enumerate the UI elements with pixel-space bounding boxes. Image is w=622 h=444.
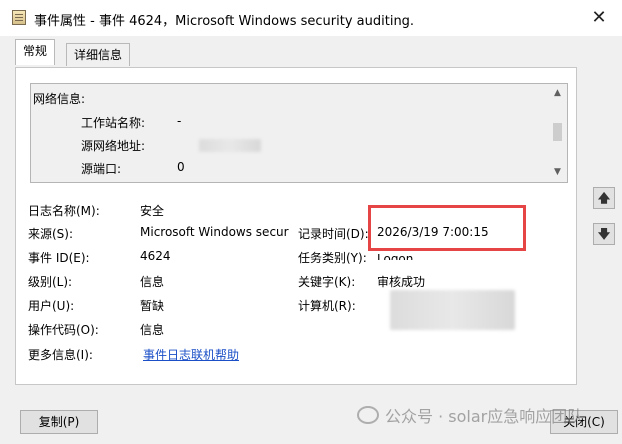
description-scrollbar[interactable]: ▲ ▼: [549, 85, 566, 181]
previous-event-button[interactable]: 🡅: [593, 187, 615, 209]
keywords-label: 关键字(K):: [298, 275, 356, 289]
arrow-down-icon: 🡇: [597, 227, 611, 241]
wechat-icon: [357, 406, 379, 424]
window-title: 事件属性 - 事件 4624，Microsoft Windows securit…: [34, 14, 415, 29]
general-panel: 网络信息: 工作站名称: - 源网络地址: 源端口: 0 ▲ ▼ 日志名称(M)…: [15, 67, 577, 385]
source-port-value: 0: [177, 160, 185, 174]
event-description-box[interactable]: 网络信息: 工作站名称: - 源网络地址: 源端口: 0 ▲ ▼: [30, 83, 568, 183]
level-label: 级别(L):: [28, 275, 73, 289]
source-network-address-label: 源网络地址:: [81, 139, 146, 153]
watermark-text: 公众号 · solar应急响应团队: [385, 407, 584, 426]
opcode-value: 信息: [140, 323, 165, 337]
level-value: 信息: [140, 275, 165, 289]
event-id-value: 4624: [140, 249, 171, 263]
opcode-label: 操作代码(O):: [28, 323, 99, 337]
log-name-label: 日志名称(M):: [28, 204, 100, 218]
scroll-down-icon[interactable]: ▼: [549, 164, 566, 181]
logged-label: 记录时间(D):: [298, 227, 369, 241]
watermark: 公众号 · solar应急响应团队: [357, 403, 583, 427]
copy-button[interactable]: 复制(P): [20, 410, 98, 434]
tab-general[interactable]: 常规: [15, 39, 56, 65]
next-event-button[interactable]: 🡇: [593, 223, 615, 245]
arrow-up-icon: 🡅: [597, 191, 611, 205]
computer-label: 计算机(R):: [298, 299, 356, 313]
tab-details[interactable]: 详细信息: [66, 43, 131, 66]
more-info-label: 更多信息(I):: [28, 348, 93, 362]
task-category-label: 任务类别(Y):: [298, 251, 367, 265]
logged-value: 2026/3/19 7:00:15: [377, 225, 489, 239]
source-value: Microsoft Windows secur: [140, 225, 289, 239]
window-close-icon[interactable]: ✕: [576, 0, 622, 36]
event-properties-icon: [12, 10, 26, 25]
source-port-label: 源端口:: [81, 162, 122, 176]
title-bar: 事件属性 - 事件 4624，Microsoft Windows securit…: [0, 0, 622, 36]
tab-strip: 常规 详细信息: [0, 36, 622, 66]
event-id-label: 事件 ID(E):: [28, 251, 90, 265]
log-name-value: 安全: [140, 204, 165, 218]
source-label: 来源(S):: [28, 227, 74, 241]
redacted-computer-name: [390, 290, 515, 330]
online-help-link[interactable]: 事件日志联机帮助: [143, 346, 239, 363]
user-label: 用户(U):: [28, 299, 75, 313]
workstation-name-label: 工作站名称:: [81, 116, 146, 130]
scroll-up-icon[interactable]: ▲: [549, 85, 566, 102]
workstation-name-value: -: [177, 114, 182, 128]
user-value: 暂缺: [140, 299, 165, 313]
network-info-header: 网络信息:: [33, 92, 86, 106]
task-category-value: Logon: [377, 252, 414, 260]
redacted-address: [199, 139, 261, 152]
keywords-value: 审核成功: [377, 275, 426, 289]
scroll-thumb[interactable]: [553, 123, 562, 141]
